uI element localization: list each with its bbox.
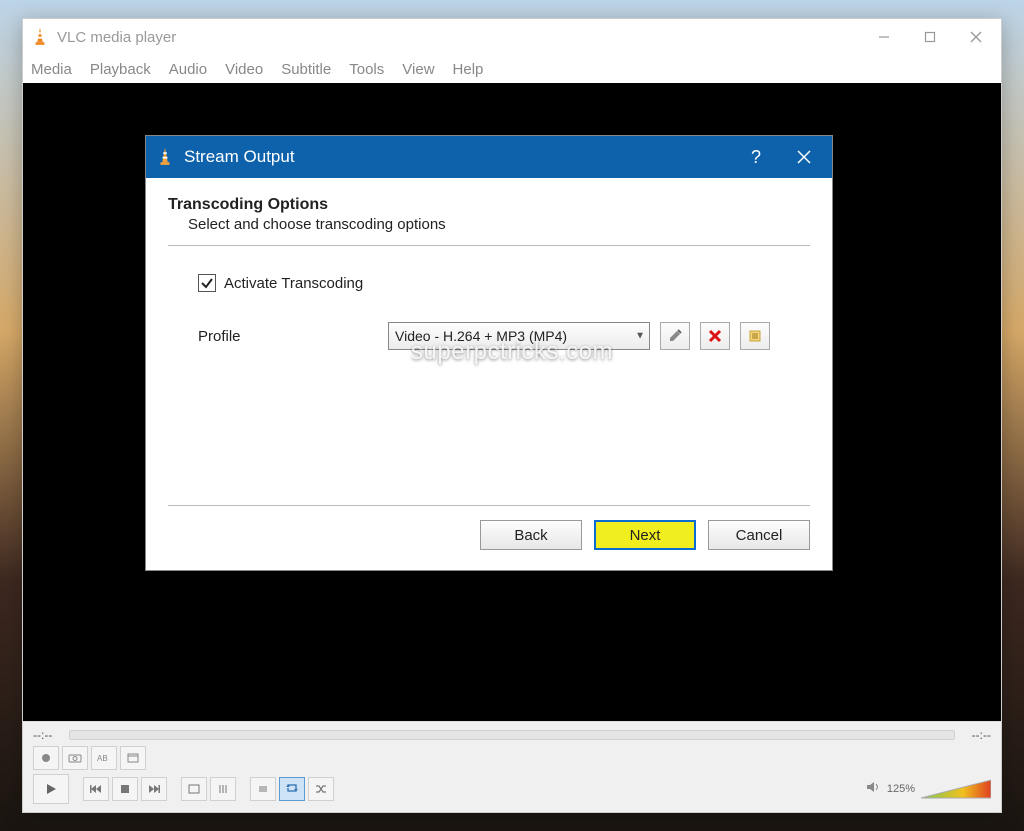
menubar: Media Playback Audio Video Subtitle Tool… [23,55,1001,83]
bottom-bar: --:-- --:-- AB [23,721,1001,812]
chevron-down-icon: ▼ [635,331,645,342]
speaker-icon[interactable] [865,780,881,799]
seek-slider[interactable] [69,730,955,740]
menu-tools[interactable]: Tools [349,61,384,78]
menu-audio[interactable]: Audio [169,61,207,78]
snapshot-icon[interactable] [62,746,88,770]
play-button[interactable] [33,774,69,804]
delete-profile-button[interactable] [700,322,730,350]
next-button[interactable]: Next [594,520,696,550]
close-button[interactable] [953,22,999,52]
dialog-help-button[interactable]: ? [732,136,780,178]
volume-slider[interactable] [921,778,991,800]
dialog-heading: Transcoding Options [168,196,810,214]
maximize-button[interactable] [907,22,953,52]
activate-transcoding-label: Activate Transcoding [224,275,363,292]
divider [168,505,810,506]
time-total: --:-- [961,728,991,742]
main-titlebar: VLC media player [23,19,1001,55]
vlc-cone-icon [156,146,174,168]
menu-media[interactable]: Media [31,61,72,78]
edit-profile-button[interactable] [660,322,690,350]
stop-button[interactable] [112,777,138,801]
previous-button[interactable] [83,777,109,801]
dialog-subheading: Select and choose transcoding options [188,216,810,233]
extended-settings-button[interactable] [210,777,236,801]
profile-label: Profile [198,328,378,345]
minimize-button[interactable] [861,22,907,52]
dialog-close-button[interactable] [780,136,828,178]
time-elapsed: --:-- [33,728,63,742]
loop-button[interactable] [279,777,305,801]
cancel-button[interactable]: Cancel [708,520,810,550]
frame-icon[interactable] [120,746,146,770]
menu-playback[interactable]: Playback [90,61,151,78]
dialog-titlebar: Stream Output ? [146,136,832,178]
new-profile-button[interactable] [740,322,770,350]
menu-subtitle[interactable]: Subtitle [281,61,331,78]
next-button[interactable] [141,777,167,801]
window-title: VLC media player [57,29,861,46]
playlist-button[interactable] [250,777,276,801]
svg-text:AB: AB [97,754,108,763]
divider [168,245,810,246]
atob-icon[interactable]: AB [91,746,117,770]
activate-transcoding-checkbox[interactable] [198,274,216,292]
dialog-title: Stream Output [184,147,732,167]
volume-percent: 125% [887,783,915,795]
record-icon[interactable] [33,746,59,770]
back-button[interactable]: Back [480,520,582,550]
menu-help[interactable]: Help [453,61,484,78]
fullscreen-button[interactable] [181,777,207,801]
vlc-cone-icon [31,26,49,48]
menu-view[interactable]: View [402,61,434,78]
menu-video[interactable]: Video [225,61,263,78]
shuffle-button[interactable] [308,777,334,801]
profile-select[interactable]: Video - H.264 + MP3 (MP4) ▼ [388,322,650,350]
profile-select-value: Video - H.264 + MP3 (MP4) [395,328,567,344]
stream-output-dialog: Stream Output ? Transcoding Options Sele… [145,135,833,571]
window-controls [861,22,999,52]
